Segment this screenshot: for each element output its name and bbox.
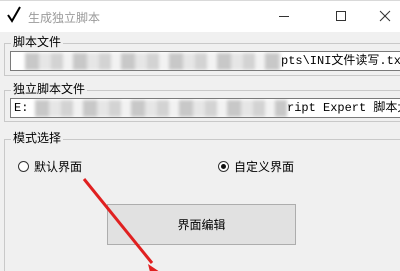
standalone-script-file-value-end: ript Expert 脚本大 <box>287 101 400 115</box>
script-file-value-end: pts\INI文件读写.txt <box>281 54 400 68</box>
radio-unchecked-icon[interactable] <box>18 160 29 172</box>
redacted-path <box>35 100 287 117</box>
minimize-button[interactable] <box>261 1 307 32</box>
standalone-script-file-field[interactable]: E: ript Expert 脚本大 <box>10 98 400 118</box>
custom-interface-radio[interactable]: 自定义界面 <box>218 158 294 174</box>
maximize-button[interactable] <box>318 1 364 32</box>
close-icon <box>379 10 391 22</box>
default-interface-label: 默认界面 <box>34 159 83 174</box>
window-title: 生成独立脚本 <box>28 11 101 25</box>
script-file-label: 脚本文件 <box>11 35 64 50</box>
mode-selection-label: 模式选择 <box>11 131 64 146</box>
standalone-script-file-value-start: E: <box>14 101 29 115</box>
script-file-field[interactable]: pts\INI文件读写.txt <box>10 51 400 71</box>
interface-edit-button[interactable]: 界面编辑 <box>107 204 296 245</box>
title-bar[interactable]: 生成独立脚本 <box>0 1 400 32</box>
maximize-icon <box>336 11 346 21</box>
generate-standalone-script-window: 生成独立脚本 脚本文件 pts\INI文件读写.txt 独立脚本文件 E: ri… <box>0 0 400 271</box>
radio-checked-icon[interactable] <box>218 160 229 172</box>
redacted-path <box>25 53 281 70</box>
custom-interface-label: 自定义界面 <box>234 159 295 174</box>
close-button[interactable] <box>362 1 400 32</box>
default-interface-radio[interactable]: 默认界面 <box>18 158 82 174</box>
standalone-script-file-label: 独立脚本文件 <box>11 82 88 97</box>
minimize-icon <box>279 16 289 17</box>
checkmark-icon <box>6 5 22 25</box>
